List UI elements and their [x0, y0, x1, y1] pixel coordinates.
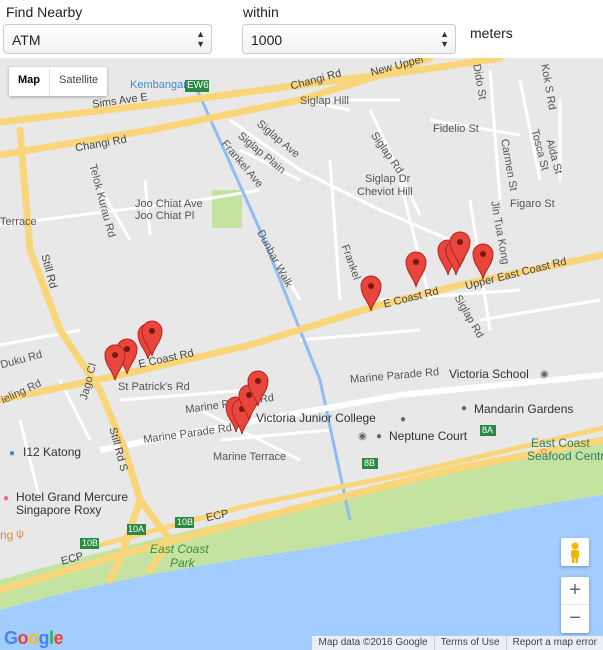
- victoria-jc-label: Victoria Junior College: [256, 411, 376, 425]
- joo-chiat-pl-label: Joo Chiat Pl: [135, 210, 195, 222]
- zoom-control: + −: [561, 577, 589, 633]
- map-pin-icon: [104, 344, 126, 381]
- map-pin-icon: [449, 231, 471, 268]
- exit-10a-label: 10A: [128, 524, 145, 534]
- exit-10b-label-b: 10B: [82, 538, 99, 548]
- pegman-icon: [571, 542, 579, 563]
- atm-marker[interactable]: [141, 319, 163, 357]
- fidelio-st-label: Fidelio St: [433, 123, 479, 135]
- restaurant-icon: ψ: [16, 528, 24, 540]
- map-pin-icon: [360, 275, 382, 312]
- radius-value: 1000: [251, 32, 283, 48]
- zoom-out-button[interactable]: −: [561, 605, 589, 632]
- google-logo: Google: [4, 628, 64, 649]
- seafood-centre-label-2: Seafood Centre: [527, 449, 603, 463]
- map-footer: Map data ©2016 Google Terms of Use Repor…: [312, 636, 603, 650]
- map-type-map-button[interactable]: Map: [9, 67, 49, 96]
- cheviot-hill-label: Cheviot Hill: [357, 186, 413, 198]
- ng-label: ng: [0, 528, 14, 542]
- mandarin-gardens-label: Mandarin Gardens: [474, 402, 574, 416]
- kembangan-label: Kembangan: [130, 79, 190, 91]
- map-canvas[interactable]: Kembangan EW6 Sims Ave E Changi Rd New U…: [0, 58, 603, 650]
- exit-8b-label: 8B: [364, 458, 376, 468]
- joo-chiat-ave-label: Joo Chiat Ave: [135, 198, 203, 210]
- victoria-school-label: Victoria School: [449, 367, 529, 381]
- select-arrows-icon: ▲ ▼: [440, 29, 449, 49]
- exit-10b-label-a: 10B: [177, 517, 194, 527]
- within-label: within: [243, 4, 279, 20]
- place-icon: ●: [461, 403, 468, 414]
- st-patricks-label: St Patrick's Rd: [118, 381, 190, 393]
- find-nearby-label: Find Nearby: [6, 4, 83, 20]
- search-controls: Find Nearby ATM ▲ ▼ within 1000 ▲ ▼ meters: [0, 0, 603, 58]
- school-icon: ◉: [540, 369, 549, 380]
- restaurant-icon: ⚲: [540, 448, 548, 459]
- zoom-in-button[interactable]: +: [561, 577, 589, 605]
- atm-marker[interactable]: [472, 242, 494, 280]
- radius-select[interactable]: 1000 ▲ ▼: [242, 24, 456, 54]
- atm-marker[interactable]: [104, 343, 126, 381]
- report-error-link[interactable]: Report a map error: [505, 636, 603, 650]
- map-type-satellite-button[interactable]: Satellite: [49, 67, 107, 96]
- place-type-value: ATM: [12, 32, 41, 48]
- hotel-grand-label-1: Hotel Grand Mercure: [16, 490, 129, 504]
- place-icon: ●: [376, 431, 383, 442]
- atm-marker[interactable]: [449, 230, 471, 268]
- siglap-hill-label: Siglap Hill: [300, 95, 349, 107]
- terms-link[interactable]: Terms of Use: [433, 636, 506, 650]
- marine-terrace-label: Marine Terrace: [213, 451, 287, 463]
- logo-letter: o: [17, 628, 29, 648]
- place-icon: ●: [400, 414, 407, 425]
- atm-marker[interactable]: [360, 274, 382, 312]
- place-icon: ●: [9, 448, 16, 459]
- neptune-court-label: Neptune Court: [389, 429, 468, 443]
- exit-8a-label: 8A: [482, 425, 494, 435]
- hotel-grand-label-2: Singapore Roxy: [16, 503, 102, 517]
- map-pin-icon: [247, 370, 269, 407]
- ew6-label: EW6: [187, 80, 209, 91]
- logo-letter: e: [53, 628, 64, 648]
- i12-katong-label: I12 Katong: [23, 445, 82, 459]
- logo-letter: G: [4, 628, 18, 648]
- school-icon: ◉: [358, 431, 367, 442]
- siglap-dr-label: Siglap Dr: [365, 173, 411, 185]
- terrace-label: Terrace: [0, 216, 37, 228]
- east-coast-park-label-1: East Coast: [150, 542, 209, 556]
- map-pin-icon: [405, 251, 427, 288]
- map-type-control: Map Satellite: [9, 67, 108, 96]
- map-pin-icon: [141, 320, 163, 357]
- figaro-st-label: Figaro St: [510, 198, 555, 210]
- atm-marker[interactable]: [405, 250, 427, 288]
- place-type-select[interactable]: ATM ▲ ▼: [3, 24, 212, 54]
- atm-marker[interactable]: [247, 369, 269, 407]
- logo-letter: g: [38, 628, 50, 648]
- east-coast-park-label-2: Park: [170, 556, 195, 570]
- logo-letter: o: [28, 628, 39, 648]
- select-arrows-icon: ▲ ▼: [196, 29, 205, 49]
- map-pin-icon: [472, 243, 494, 280]
- units-label: meters: [470, 25, 513, 41]
- street-view-pegman-button[interactable]: [561, 538, 589, 566]
- map-data-text: Map data ©2016 Google: [318, 637, 428, 648]
- hotel-icon: ●: [3, 493, 10, 504]
